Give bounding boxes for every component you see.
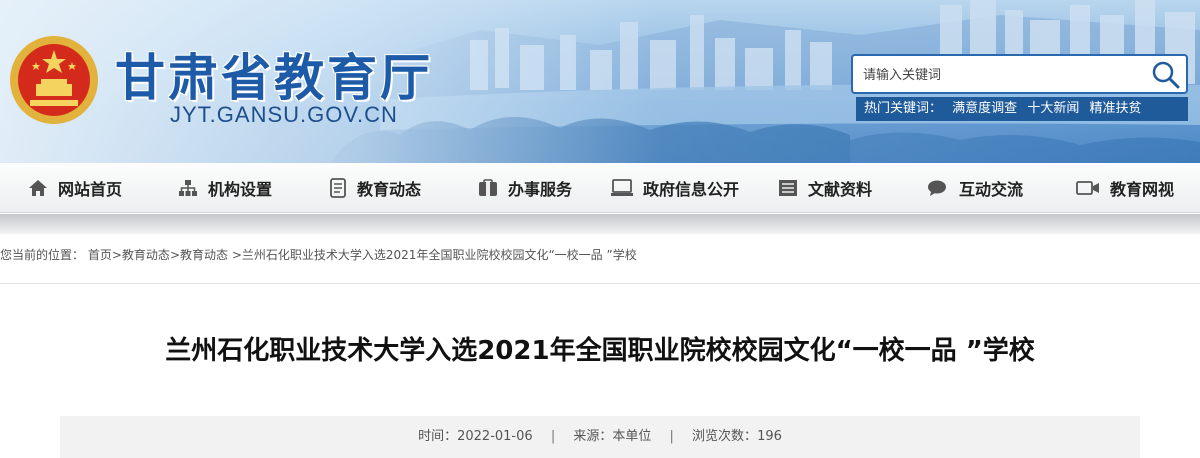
nav-item-label: 文献资料 <box>807 179 872 199</box>
meta-separator: | <box>550 429 556 444</box>
nav-item-label: 教育网视 <box>1109 179 1174 199</box>
meta-separator: | <box>669 429 674 444</box>
breadcrumb: 您当前的位置： 首页>教育动态>教育动态 >兰州石化职业技术大学入选2021年全… <box>0 246 637 263</box>
list-icon <box>778 179 797 196</box>
chat-icon <box>927 180 946 196</box>
article-source: 本单位 <box>612 429 652 444</box>
search-input[interactable] <box>863 64 1143 86</box>
main-nav: 网站首页 机构设置 教育动态 办事服务 政府信息公开 文献资料 互动交流 教育网… <box>0 163 1200 213</box>
nav-item-gov-info[interactable]: 政府信息公开 <box>600 163 750 212</box>
breadcrumb-link[interactable]: 教育动态 <box>122 248 170 262</box>
site-title: 甘肃省教育厅 <box>115 49 433 107</box>
view-count: 196 <box>757 429 782 444</box>
nav-item-organization[interactable]: 机构设置 <box>150 163 300 212</box>
video-icon <box>1076 180 1099 195</box>
hot-keyword-link[interactable]: 满意度调查 <box>952 101 1017 116</box>
service-icon <box>478 178 497 196</box>
nav-item-label: 网站首页 <box>57 179 122 199</box>
nav-item-education-news[interactable]: 教育动态 <box>300 163 450 212</box>
article-title: 兰州石化职业技术大学入选2021年全国职业院校校园文化“一校一品 ”学校 <box>165 336 1035 366</box>
org-chart-icon <box>178 179 197 196</box>
nav-item-label: 政府信息公开 <box>642 179 739 199</box>
header-banner: 甘肃省教育厅 JYT.GANSU.GOV.CN 热门关键词： 满意度调查 十大新… <box>0 0 1200 163</box>
nav-item-home[interactable]: 网站首页 <box>0 163 150 212</box>
national-emblem-icon <box>10 36 98 124</box>
nav-shadow <box>0 214 1200 234</box>
hot-keyword-link[interactable]: 精准扶贫 <box>1089 101 1141 116</box>
article-meta: 时间：2022-01-06 | 来源：本单位 | 浏览次数：196 <box>60 416 1140 458</box>
breadcrumb-current: 兰州石化职业技术大学入选2021年全国职业院校校园文化“一校一品 ”学校 <box>241 248 637 262</box>
hot-keywords-label: 热门关键词： <box>864 101 943 116</box>
home-icon <box>28 179 47 196</box>
site-domain: JYT.GANSU.GOV.CN <box>170 102 398 127</box>
nav-item-documents[interactable]: 文献资料 <box>750 163 900 212</box>
publish-date: 2022-01-06 <box>457 429 533 444</box>
search-icon[interactable] <box>1150 59 1182 89</box>
hot-keywords-bar: 热门关键词： 满意度调查 十大新闻 精准扶贫 <box>856 97 1188 121</box>
nav-item-services[interactable]: 办事服务 <box>450 163 600 212</box>
document-icon <box>330 177 346 198</box>
time-label: 时间： <box>418 429 458 444</box>
breadcrumb-separator: > <box>169 248 180 262</box>
views-label: 浏览次数： <box>692 429 758 444</box>
nav-item-label: 机构设置 <box>207 179 272 199</box>
breadcrumb-separator: > <box>111 248 122 262</box>
source-label: 来源： <box>573 429 613 444</box>
nav-item-label: 教育动态 <box>356 179 421 199</box>
breadcrumb-separator: > <box>231 248 242 262</box>
breadcrumb-prefix: 您当前的位置： <box>0 248 85 262</box>
nav-item-interaction[interactable]: 互动交流 <box>900 163 1050 212</box>
breadcrumb-link-home[interactable]: 首页 <box>88 248 112 262</box>
breadcrumb-link[interactable]: 教育动态 <box>180 248 228 262</box>
nav-item-label: 互动交流 <box>958 179 1023 199</box>
search-box <box>851 54 1188 94</box>
nav-item-label: 办事服务 <box>507 179 572 199</box>
monitor-icon <box>610 178 633 196</box>
divider <box>0 283 1200 284</box>
hot-keyword-link[interactable]: 十大新闻 <box>1027 101 1079 116</box>
nav-item-education-video[interactable]: 教育网视 <box>1050 163 1200 212</box>
